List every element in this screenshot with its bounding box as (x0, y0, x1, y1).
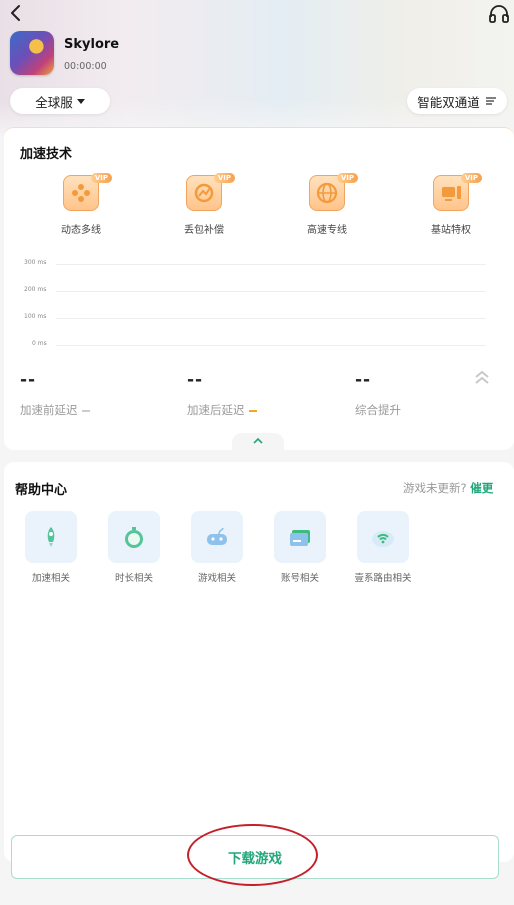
latency-after-stat: 加速后延迟 (187, 402, 257, 418)
card-icon (274, 511, 326, 563)
headset-icon[interactable] (488, 3, 510, 25)
help-item-game[interactable]: 游戏相关 (182, 511, 252, 584)
computer-tower-icon: VIP (433, 173, 482, 211)
channel-select[interactable]: 智能双通道 (407, 88, 507, 114)
vip-badge: VIP (460, 173, 482, 183)
update-prompt: 游戏未更新? 催更 (403, 480, 493, 496)
packet-repair-icon: VIP (186, 173, 235, 211)
chart-gridline (56, 291, 486, 292)
help-item-router[interactable]: 壹系路由相关 (348, 511, 418, 584)
help-item-account[interactable]: 账号相关 (265, 511, 335, 584)
chevron-up-icon (253, 437, 263, 444)
latency-before-label: 加速前延迟 (20, 403, 78, 417)
urge-update-link[interactable]: 催更 (470, 481, 493, 495)
collapse-tab[interactable] (232, 433, 284, 451)
chart-tick-label: 300 ms (24, 259, 47, 266)
gamepad-icon (191, 511, 243, 563)
game-icon (10, 31, 54, 75)
acceleration-title: 加速技术 (20, 147, 73, 162)
help-item-label: 账号相关 (280, 573, 319, 584)
vip-badge: VIP (90, 173, 112, 183)
latency-after-label: 加速后延迟 (187, 403, 245, 417)
chart-gridline (56, 264, 486, 265)
rocket-icon (25, 511, 77, 563)
feature-base-station[interactable]: VIP 基站特权 (411, 173, 491, 236)
stopwatch-icon (108, 511, 160, 563)
latency-before-stat: 加速前延迟 (20, 402, 90, 418)
server-select-label: 全球服 (35, 94, 73, 110)
legend-dash-gray (81, 409, 90, 412)
chart-tick-label: 100 ms (24, 313, 47, 320)
help-item-acceleration[interactable]: 加速相关 (16, 511, 86, 584)
update-prompt-text: 游戏未更新? (403, 481, 467, 495)
latency-before-value: -- (20, 370, 37, 390)
feature-label: 高速专线 (307, 225, 347, 236)
overall-improvement-value: -- (355, 370, 372, 390)
feature-label: 丢包补偿 (184, 225, 224, 236)
chart-tick-label: 200 ms (24, 286, 47, 293)
help-item-label: 时长相关 (114, 573, 153, 584)
feature-label: 基站特权 (431, 225, 471, 236)
server-select[interactable]: 全球服 (10, 88, 110, 114)
accel-timer: 00:00:00 (64, 61, 107, 72)
latency-after-value: -- (187, 370, 204, 390)
chevron-left-icon[interactable] (6, 2, 26, 24)
caret-down-icon (76, 98, 85, 104)
feature-label: 动态多线 (61, 225, 101, 236)
help-item-label: 游戏相关 (197, 573, 236, 584)
vip-badge: VIP (213, 173, 235, 183)
vip-badge: VIP (336, 173, 358, 183)
globe-icon: VIP (309, 173, 358, 211)
feature-packet-compensation[interactable]: VIP 丢包补偿 (164, 173, 244, 236)
help-item-duration[interactable]: 时长相关 (99, 511, 169, 584)
router-wifi-icon (357, 511, 409, 563)
filter-lines-icon (485, 97, 496, 105)
chart-gridline (56, 345, 486, 346)
download-game-label: 下载游戏 (228, 851, 282, 867)
chart-tick-label: 0 ms (32, 340, 47, 347)
overall-improvement-label: 综合提升 (355, 403, 401, 417)
channel-select-label: 智能双通道 (417, 94, 480, 110)
help-item-label: 加速相关 (31, 573, 70, 584)
chart-gridline (56, 318, 486, 319)
game-name: Skylore (64, 37, 120, 52)
feature-dynamic-multiline[interactable]: VIP 动态多线 (41, 173, 121, 236)
gamepad-plus-icon: VIP (63, 173, 112, 211)
help-center-title: 帮助中心 (15, 483, 68, 498)
feature-high-speed-line[interactable]: VIP 高速专线 (287, 173, 367, 236)
double-chevron-up-icon[interactable] (474, 369, 490, 387)
help-item-label: 壹系路由相关 (354, 573, 412, 584)
download-game-button[interactable]: 下载游戏 (11, 835, 499, 879)
legend-dash-orange (248, 409, 257, 412)
